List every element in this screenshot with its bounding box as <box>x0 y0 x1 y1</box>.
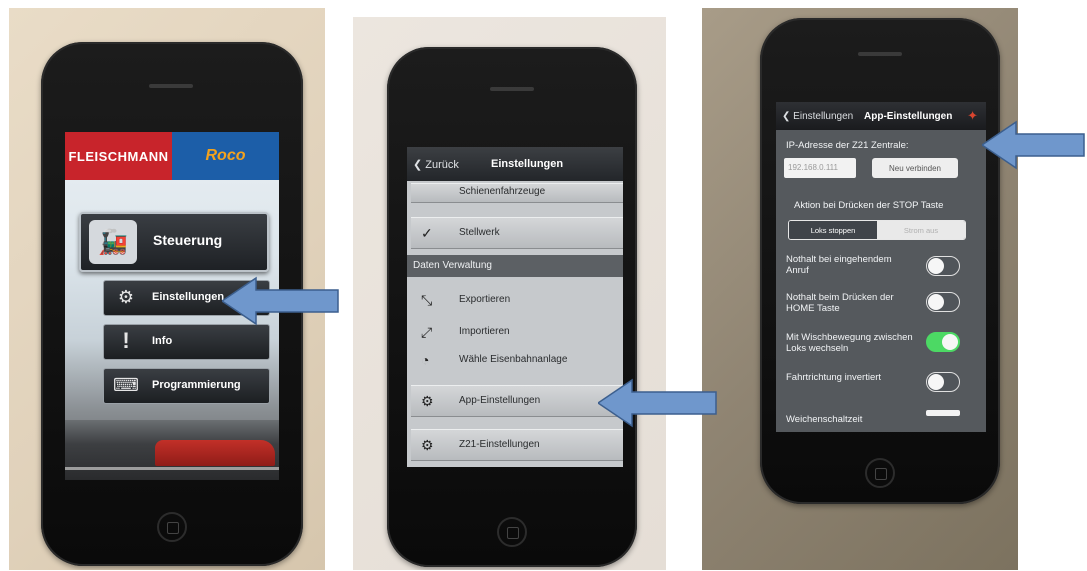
phone-speaker <box>149 84 193 88</box>
import-icon: ⤢ <box>421 324 433 340</box>
navigation-bar: ❮ Einstellungen App-Einstellungen ✦ <box>776 102 986 130</box>
home-button[interactable] <box>865 458 895 488</box>
keyboard-icon: ⌨ <box>113 374 139 395</box>
list-item-label: Schienenfahrzeuge <box>459 186 546 197</box>
train-control-icon: 🚂 <box>89 220 137 264</box>
toggle-swipe-switch[interactable] <box>926 332 960 352</box>
list-item-app-einstellungen[interactable]: ⚙ App-Einstellungen <box>411 385 623 417</box>
toggle-knob <box>928 374 944 390</box>
stop-action-segmented-control: Loks stoppen Strom aus <box>788 220 966 240</box>
section-header-daten-verwaltung: Daten Verwaltung <box>407 255 623 277</box>
back-label: Einstellungen <box>793 111 854 122</box>
toggle-knob <box>942 334 958 350</box>
roco-logo: Roco <box>172 132 279 180</box>
info-button[interactable]: ! Info <box>103 324 270 360</box>
gear-settings-icon: ⚙ <box>117 286 135 307</box>
einstellungen-label: Einstellungen <box>152 291 225 303</box>
train-background-image <box>65 420 279 480</box>
back-label: Zurück <box>425 159 459 171</box>
list-item-label: Z21-Einstellungen <box>459 439 540 450</box>
toggle-label-swipe-switch: Mit Wischbewegung zwischen Loks wechseln <box>786 332 913 354</box>
back-button[interactable]: ❮ Zurück <box>413 158 459 171</box>
list-item-label: App-Einstellungen <box>459 395 541 406</box>
toggle-label-direction-inverted: Fahrtrichtung invertiert <box>786 372 882 383</box>
phone-speaker <box>490 87 534 91</box>
list-item-importieren[interactable]: ⤢ Importieren <box>411 317 623 347</box>
ip-address-label: IP-Adresse der Z21 Zentrale: <box>786 140 909 151</box>
list-item-z21-einstellungen[interactable]: ⚙ Z21-Einstellungen <box>411 429 623 461</box>
photo-phone-app-settings: ❮ Einstellungen App-Einstellungen ✦ IP-A… <box>702 8 1018 570</box>
phone-speaker <box>858 52 902 56</box>
list-item-stellwerk[interactable]: ✓ Stellwerk <box>411 217 623 249</box>
arrow-left-icon-app-einstellungen <box>598 378 717 428</box>
list-item-label: Stellwerk <box>459 227 500 238</box>
export-icon: ⤡ <box>421 292 433 308</box>
ip-address-input[interactable]: 192.168.0.111 <box>784 158 856 178</box>
check-icon: ✓ <box>421 225 433 241</box>
layout-icon: ◔ <box>421 352 430 368</box>
list-item-label: Importieren <box>459 326 510 337</box>
list-item-exportieren[interactable]: ⤡ Exportieren <box>411 285 623 315</box>
toggle-direction-inverted[interactable] <box>926 372 960 392</box>
programmierung-button[interactable]: ⌨ Programmierung <box>103 368 270 404</box>
gears-icon: ⚙ <box>421 393 434 409</box>
fleischmann-logo: FLEISCHMANN <box>65 132 172 180</box>
info-label: Info <box>152 335 173 347</box>
programmierung-label: Programmierung <box>152 379 241 391</box>
toggle-knob <box>928 294 944 310</box>
reconnect-button[interactable]: Neu verbinden <box>872 158 958 178</box>
toggle-knob <box>928 258 944 274</box>
toggle-label-home-button: Nothalt beim Drücken der HOME Taste <box>786 292 894 314</box>
segment-loks-stoppen[interactable]: Loks stoppen <box>789 221 877 239</box>
phone-body: ❮ Zurück Einstellungen Schienenfahrzeuge… <box>387 47 637 567</box>
home-button[interactable] <box>497 517 527 547</box>
steuerung-label: Steuerung <box>153 232 223 248</box>
segment-strom-aus[interactable]: Strom aus <box>877 221 965 239</box>
cut-off-input[interactable] <box>926 410 960 416</box>
home-button[interactable] <box>157 512 187 542</box>
page-title: App-Einstellungen <box>864 111 953 122</box>
cut-off-label: Weichenschaltzeit <box>786 414 863 425</box>
arrow-left-icon-ip-address <box>982 120 1085 170</box>
z21-logo-icon: ✦ <box>967 108 978 123</box>
phone-body: ❮ Einstellungen App-Einstellungen ✦ IP-A… <box>760 18 1000 504</box>
arrow-left-icon-einstellungen <box>222 276 339 326</box>
info-icon: ! <box>122 328 130 353</box>
settings-screen: ❮ Zurück Einstellungen Schienenfahrzeuge… <box>407 147 623 467</box>
toggle-label-incoming-call: Nothalt bei eingehendem Anruf <box>786 254 892 276</box>
toggle-home-button[interactable] <box>926 292 960 312</box>
back-button[interactable]: ❮ Einstellungen <box>782 111 853 122</box>
list-item-waehle-eisenbahnanlage[interactable]: ◔ Wähle Eisenbahnanlage <box>411 345 623 375</box>
app-settings-screen: ❮ Einstellungen App-Einstellungen ✦ IP-A… <box>776 102 986 432</box>
section-label: Daten Verwaltung <box>413 260 492 271</box>
steuerung-button[interactable]: 🚂 Steuerung <box>79 212 269 272</box>
photo-phone-settings: ❮ Zurück Einstellungen Schienenfahrzeuge… <box>353 17 666 570</box>
page-title: Einstellungen <box>491 158 564 170</box>
navigation-bar: ❮ Zurück Einstellungen <box>407 147 623 181</box>
toggle-incoming-call[interactable] <box>926 256 960 276</box>
list-item-label: Exportieren <box>459 294 511 305</box>
chevron-left-icon: ❮ <box>782 111 794 122</box>
list-item-schienenfahrzeuge[interactable]: Schienenfahrzeuge <box>411 183 623 203</box>
list-item-label: Wähle Eisenbahnanlage <box>459 354 568 365</box>
z21-icon: ⚙ <box>421 437 434 453</box>
chevron-left-icon: ❮ <box>413 159 426 171</box>
stop-action-label: Aktion bei Drücken der STOP Taste <box>794 200 944 211</box>
